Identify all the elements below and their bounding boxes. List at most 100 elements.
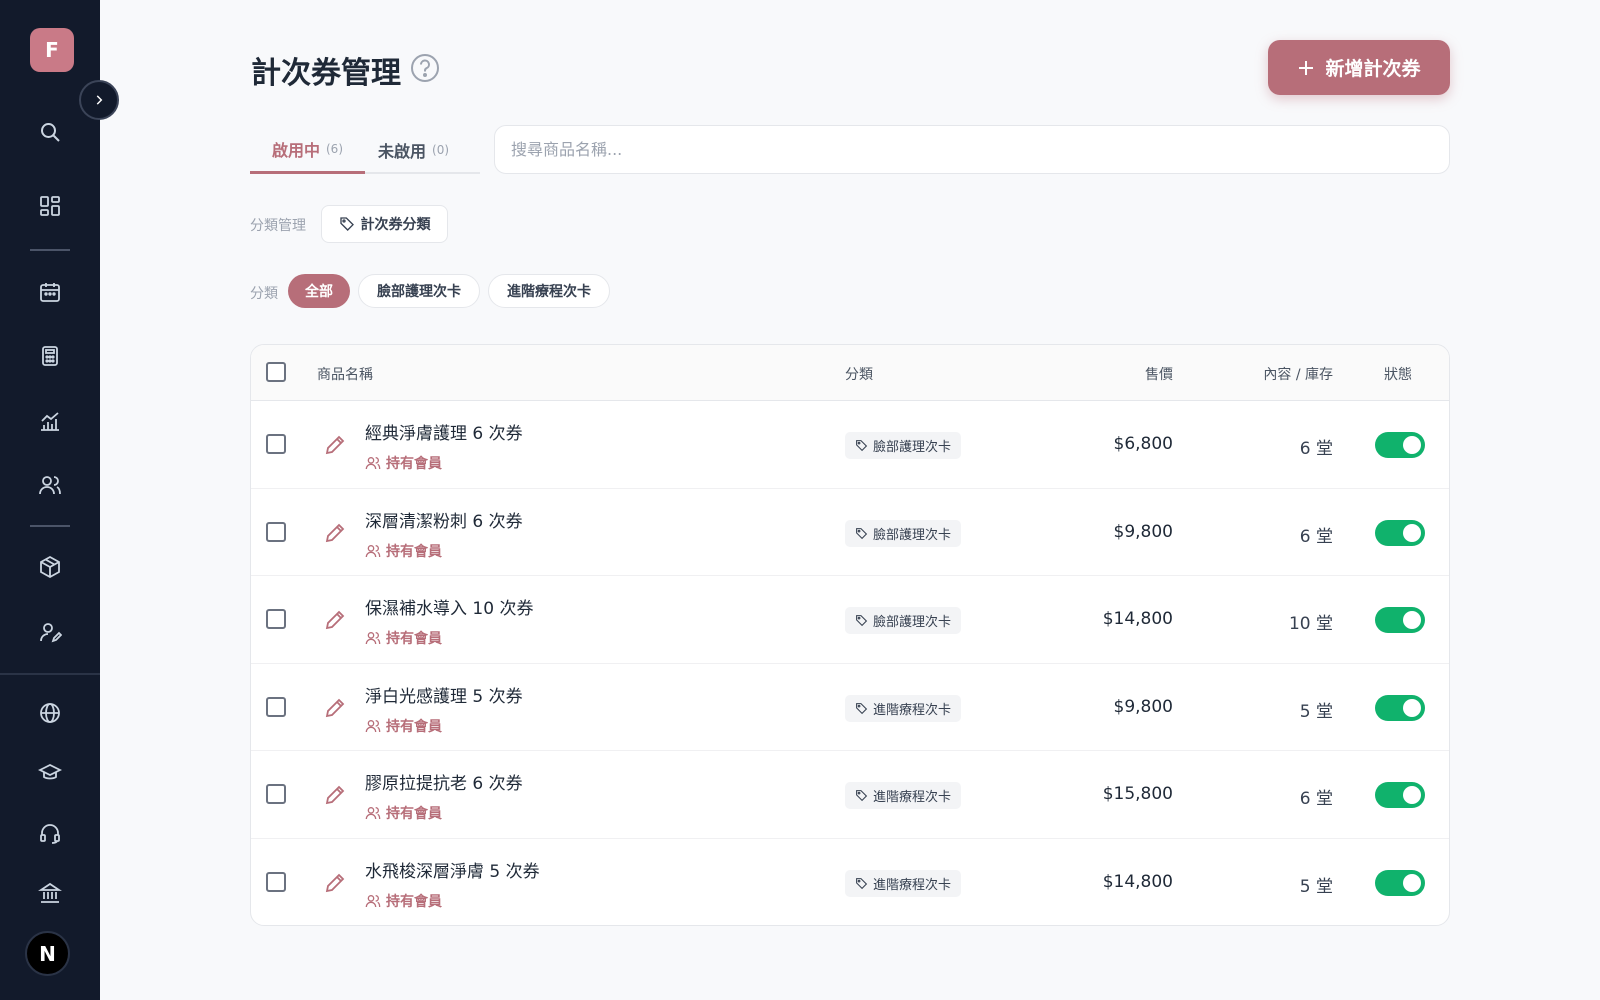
holders-link[interactable]: 持有會員 <box>365 628 442 648</box>
holders-link[interactable]: 持有會員 <box>365 453 442 473</box>
row-checkbox[interactable] <box>266 784 286 804</box>
calculator-icon[interactable] <box>30 336 70 376</box>
users-icon[interactable] <box>30 465 70 505</box>
status-toggle[interactable] <box>1375 869 1425 896</box>
category-tag-label: 臉部護理次卡 <box>873 527 952 543</box>
help-icon[interactable] <box>410 53 440 83</box>
edit-icon[interactable] <box>323 783 347 807</box>
user-settings-icon[interactable] <box>30 612 70 652</box>
holders-link[interactable]: 持有會員 <box>365 716 442 736</box>
headset-icon[interactable] <box>30 813 70 853</box>
users-icon <box>365 457 381 470</box>
price-value: $14,800 <box>1102 609 1173 629</box>
category-tag-label: 臉部護理次卡 <box>873 615 952 630</box>
graduation-cap-icon[interactable] <box>30 753 70 793</box>
holders-label: 持有會員 <box>386 631 442 647</box>
user-avatar[interactable]: N <box>25 931 70 976</box>
status-toggle[interactable] <box>1375 694 1425 721</box>
header-category: 分類 <box>845 367 873 383</box>
users-icon <box>365 894 381 907</box>
edit-icon[interactable] <box>323 608 347 632</box>
category-tag-label: 進階療程次卡 <box>873 877 952 893</box>
page-title: 計次券管理 <box>251 56 401 91</box>
holders-link[interactable]: 持有會員 <box>365 803 442 823</box>
holders-link[interactable]: 持有會員 <box>365 541 442 561</box>
search-icon[interactable] <box>30 112 70 152</box>
tab-inactive[interactable]: 未啟用 (0) <box>378 126 449 174</box>
status-toggle[interactable] <box>1375 782 1425 808</box>
calendar-icon[interactable] <box>30 272 70 312</box>
analytics-icon[interactable] <box>30 401 70 441</box>
category-tag-label: 進階療程次卡 <box>873 790 952 805</box>
product-name[interactable]: 水飛梭深層淨膚 5 次券 <box>365 857 540 882</box>
header-name: 商品名稱 <box>317 367 373 383</box>
tab-active[interactable]: 啟用中 (6) <box>250 126 365 174</box>
status-toggle[interactable] <box>1375 432 1425 458</box>
table-row: 膠原拉提抗老 6 次券 持有會員 進階療程次卡 $15,800 6 堂 <box>251 751 1449 839</box>
sidebar-divider <box>30 249 70 251</box>
content-value: 5 堂 <box>1299 876 1333 897</box>
table-row: 淨白光感護理 5 次券 持有會員 進階療程次卡 $9,800 5 堂 <box>251 664 1449 751</box>
tag-icon <box>339 217 354 231</box>
holders-label: 持有會員 <box>386 543 442 560</box>
price-value: $9,800 <box>1113 521 1173 542</box>
holders-label: 持有會員 <box>386 456 442 472</box>
category-tag: 臉部護理次卡 <box>845 432 962 459</box>
row-checkbox[interactable] <box>266 609 286 629</box>
package-icon[interactable] <box>30 547 70 587</box>
row-checkbox[interactable] <box>266 871 286 892</box>
tag-icon <box>856 615 868 627</box>
content-value: 10 堂 <box>1288 614 1333 634</box>
globe-icon[interactable] <box>30 693 70 733</box>
search-input[interactable] <box>494 125 1450 174</box>
sidebar-collapse-button[interactable] <box>79 80 119 120</box>
category-tag-label: 進階療程次卡 <box>873 702 952 718</box>
table-row: 水飛梭深層淨膚 5 次券 持有會員 進階療程次卡 $14,800 5 堂 <box>251 839 1449 926</box>
tag-icon <box>856 877 868 889</box>
ticket-table: 商品名稱 分類 售價 內容 / 庫存 狀態 經典淨膚護理 6 次券 持有會員 臉… <box>250 344 1450 926</box>
filter-chip-facial[interactable]: 臉部護理次卡 <box>358 274 480 308</box>
edit-icon[interactable] <box>323 521 347 545</box>
users-icon <box>365 719 381 732</box>
row-checkbox[interactable] <box>266 696 286 717</box>
price-value: $9,800 <box>1113 696 1173 717</box>
row-checkbox[interactable] <box>266 521 286 542</box>
content-value: 6 堂 <box>1299 439 1333 459</box>
edit-icon[interactable] <box>323 696 347 720</box>
product-name[interactable]: 深層清潔粉刺 6 次券 <box>365 507 523 532</box>
holders-label: 持有會員 <box>386 718 442 735</box>
brand-logo[interactable]: F <box>30 28 74 72</box>
header-content: 內容 / 庫存 <box>1263 367 1333 383</box>
chevron-right-icon <box>96 95 103 105</box>
holders-link[interactable]: 持有會員 <box>365 891 442 911</box>
plus-icon <box>1299 60 1314 75</box>
category-management-label: 分類管理 <box>250 218 306 234</box>
add-ticket-label: 新增計次券 <box>1325 58 1421 80</box>
edit-icon[interactable] <box>323 871 347 895</box>
users-icon <box>365 807 381 820</box>
status-toggle[interactable] <box>1375 607 1425 633</box>
table-header: 商品名稱 分類 售價 內容 / 庫存 狀態 <box>251 345 1449 401</box>
users-icon <box>365 632 381 645</box>
sidebar: F N <box>0 0 100 1000</box>
dashboard-icon[interactable] <box>30 186 70 226</box>
users-icon <box>365 544 381 557</box>
product-name[interactable]: 經典淨膚護理 6 次券 <box>365 419 523 444</box>
product-name[interactable]: 膠原拉提抗老 6 次券 <box>365 769 523 794</box>
product-name[interactable]: 淨白光感護理 5 次券 <box>365 682 523 707</box>
bank-icon[interactable] <box>30 873 70 913</box>
tab-label: 未啟用 <box>378 142 427 161</box>
category-management-button[interactable]: 計次券分類 <box>321 205 448 243</box>
tag-icon <box>856 440 868 452</box>
filter-label: 分類 <box>250 286 278 302</box>
select-all-checkbox[interactable] <box>266 362 286 382</box>
row-checkbox[interactable] <box>266 434 286 454</box>
status-toggle[interactable] <box>1375 519 1425 546</box>
product-name[interactable]: 保濕補水導入 10 次券 <box>365 594 533 619</box>
holders-label: 持有會員 <box>386 893 442 910</box>
table-row: 深層清潔粉刺 6 次券 持有會員 臉部護理次卡 $9,800 6 堂 <box>251 489 1449 576</box>
filter-chip-advanced[interactable]: 進階療程次卡 <box>488 274 610 308</box>
filter-chip-all[interactable]: 全部 <box>288 274 350 308</box>
add-ticket-button[interactable]: 新增計次券 <box>1268 40 1450 95</box>
edit-icon[interactable] <box>323 433 347 457</box>
